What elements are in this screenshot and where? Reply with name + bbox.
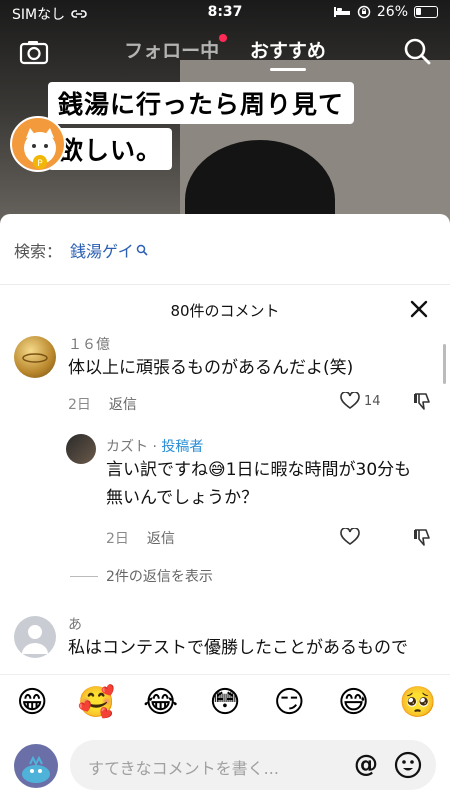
video-caption-line1: 銭湯に行ったら周り見て <box>48 82 355 124</box>
notification-dot <box>219 34 228 42</box>
reply-time: 2日 <box>106 531 129 547</box>
heart-icon <box>340 392 360 409</box>
name-separator: · <box>148 439 162 455</box>
comment-input[interactable]: すてきなコメントを書く... @ <box>70 740 436 790</box>
close-icon[interactable] <box>408 298 430 320</box>
feed-tabs: フォロー中 おすすめ <box>0 34 450 71</box>
video-caption-line2: 欲しい。 <box>48 128 173 170</box>
mention-button[interactable]: @ <box>354 750 378 778</box>
default-user-icon <box>22 625 48 654</box>
emoji-pleading[interactable]: 🥺 <box>398 685 438 720</box>
reply-text-line1: 言い訳ですね😅1日に暇な時間が30分も <box>106 460 412 480</box>
tab-recommended-label: おすすめ <box>249 40 326 62</box>
tab-following[interactable]: フォロー中 <box>124 34 228 63</box>
author-tag: 投稿者 <box>161 439 204 455</box>
orientation-lock-icon <box>357 5 371 19</box>
dislike-icon[interactable] <box>412 528 432 548</box>
gold-ball-icon <box>22 353 48 363</box>
heart-icon[interactable] <box>340 528 360 546</box>
comment-text: 体以上に頑張るものがあるんだよ(笑) <box>68 358 354 378</box>
reply-comment-item: カズト · 投稿者 言い訳ですね😅1日に暇な時間が30分も 無いんでしょうか？ … <box>0 434 450 554</box>
comment-text: 私はコンテストで優勝したことがあるもので <box>68 638 408 658</box>
comment-meta: 2日 返信 <box>68 394 137 414</box>
comment-username[interactable]: １６億 <box>68 334 110 354</box>
emoji-hearts[interactable]: 🥰 <box>76 685 116 720</box>
svg-text:P: P <box>37 159 43 169</box>
battery-icon <box>414 6 438 18</box>
reply-button[interactable]: 返信 <box>147 531 175 547</box>
avatar[interactable] <box>14 336 56 378</box>
tab-recommended[interactable]: おすすめ <box>249 36 326 71</box>
reply-button[interactable]: 返信 <box>109 397 137 413</box>
comment-placeholder: すてきなコメントを書く... <box>88 759 279 778</box>
status-right: 26% <box>333 4 438 20</box>
view-replies-text: 2件の返信を表示 <box>106 569 213 585</box>
creature-avatar-icon <box>22 755 50 783</box>
reply-text: 言い訳ですね😅1日に暇な時間が30分も 無いんでしょうか？ <box>106 456 411 512</box>
comment-item: あ 私はコンテストで優勝したことがあるもので <box>0 612 450 674</box>
bed-icon <box>333 7 350 17</box>
battery-percent: 26% <box>376 4 408 20</box>
creator-avatar[interactable]: P <box>10 116 66 172</box>
tab-following-label: フォロー中 <box>124 40 220 62</box>
emoji-smirk[interactable]: 😏 <box>269 685 309 720</box>
avatar[interactable] <box>66 434 96 464</box>
comment-time: 2日 <box>68 397 91 413</box>
comment-sheet: 検索： 銭湯ゲイ 80件のコメント １６億 体以上に頑張るものがあるんだよ(笑)… <box>0 214 450 800</box>
search-small-icon <box>136 244 148 256</box>
replies-line <box>70 575 98 577</box>
like-count: 14 <box>364 393 381 409</box>
search-label: 検索： <box>14 242 63 261</box>
search-icon[interactable] <box>402 36 432 66</box>
comment-input-row: すてきなコメントを書く... @ <box>0 730 450 800</box>
comment-item: １６億 体以上に頑張るものがあるんだよ(笑) 2日 返信 14 <box>0 332 450 422</box>
quick-emoji-bar: 😁 🥰 😂 😳 😏 😅 🥺 <box>0 674 450 730</box>
divider <box>0 284 450 285</box>
my-avatar[interactable] <box>14 744 58 788</box>
comment-username[interactable]: あ <box>68 614 82 634</box>
dislike-icon[interactable] <box>412 392 432 412</box>
like-button[interactable]: 14 <box>340 392 381 410</box>
top-navigation: フォロー中 おすすめ <box>0 28 450 74</box>
reply-username-row: カズト · 投稿者 <box>106 436 203 456</box>
comment-count-title: 80件のコメント <box>170 302 280 320</box>
status-bar: SIMなし 8:37 26% <box>0 0 450 26</box>
emoji-picker-icon[interactable] <box>394 751 422 779</box>
reply-username[interactable]: カズト <box>106 439 148 455</box>
emoji-tears-of-joy[interactable]: 😂 <box>141 685 181 720</box>
emoji-sweat-smile[interactable]: 😅 <box>334 685 374 720</box>
reply-meta: 2日 返信 <box>106 528 175 548</box>
search-term-link[interactable]: 銭湯ゲイ <box>70 238 134 262</box>
reply-text-line2: 無いんでしょうか？ <box>106 488 259 508</box>
view-replies-link[interactable]: 2件の返信を表示 <box>70 566 213 586</box>
battery-fill <box>416 8 421 15</box>
avatar[interactable] <box>14 616 56 658</box>
emoji-flushed[interactable]: 😳 <box>205 685 245 720</box>
emoji-grin[interactable]: 😁 <box>12 685 52 720</box>
related-search[interactable]: 検索： 銭湯ゲイ <box>14 238 148 262</box>
active-tab-underline <box>269 68 306 71</box>
